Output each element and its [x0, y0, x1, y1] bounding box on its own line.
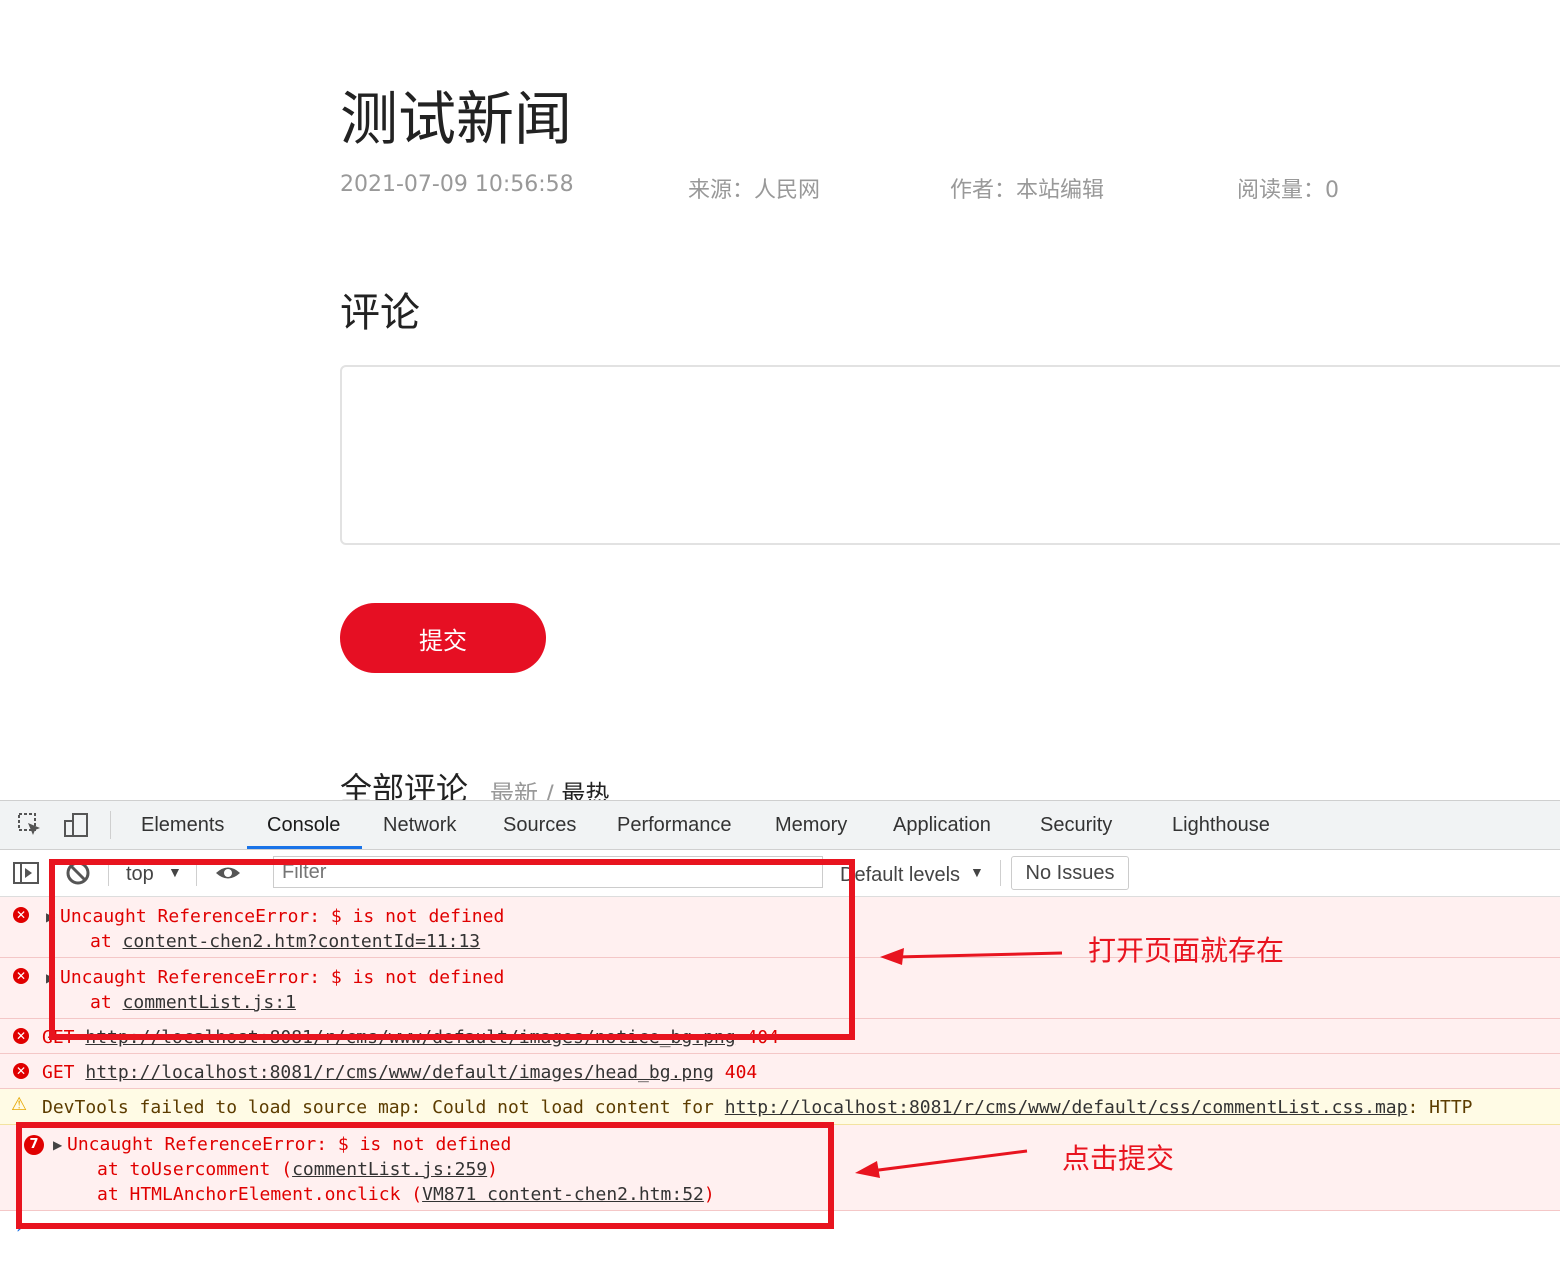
warning-text: DevTools failed to load source map: Coul…	[42, 1097, 725, 1118]
annotation-box-1	[49, 859, 855, 1040]
error-icon: ✕	[13, 1028, 29, 1044]
error-icon: ✕	[13, 968, 29, 984]
annotation-arrow-1	[880, 948, 1063, 965]
annotation-box-2	[16, 1122, 834, 1229]
error-icon: ✕	[13, 1063, 29, 1079]
console-warning: ⚠ DevTools failed to load source map: Co…	[0, 1089, 1560, 1125]
annotation-arrow-2	[855, 1149, 1028, 1178]
annotation-text-2: 点击提交	[1062, 1142, 1175, 1175]
warning-suffix: : HTTP	[1407, 1097, 1473, 1118]
tab-console[interactable]: Console	[267, 814, 340, 837]
device-toolbar-icon[interactable]	[62, 811, 90, 839]
comment-heading: 评论	[340, 290, 420, 336]
tab-performance[interactable]: Performance	[617, 814, 732, 837]
tab-memory[interactable]: Memory	[775, 814, 847, 837]
toolbar-separator-3	[1000, 860, 1001, 886]
submit-button[interactable]: 提交	[340, 603, 546, 673]
article-source: 来源：人民网	[688, 178, 821, 203]
sidebar-toggle-icon[interactable]	[12, 859, 40, 887]
inspect-element-icon[interactable]	[16, 811, 44, 839]
tab-network[interactable]: Network	[383, 814, 456, 837]
article-date: 2021-07-09 10:56:58	[340, 172, 574, 197]
tabbar-separator	[110, 811, 111, 839]
error-icon: ✕	[13, 907, 29, 923]
issues-button[interactable]: No Issues	[1011, 856, 1129, 890]
tab-sources[interactable]: Sources	[503, 814, 576, 837]
article-title: 测试新闻	[340, 85, 573, 153]
tab-lighthouse[interactable]: Lighthouse	[1172, 814, 1270, 837]
status-code: 404	[724, 1062, 758, 1083]
request-method: GET	[42, 1062, 75, 1083]
warning-icon: ⚠	[11, 1094, 28, 1115]
tab-security[interactable]: Security	[1040, 814, 1112, 837]
active-tab-indicator	[247, 846, 362, 849]
request-url[interactable]: http://localhost:8081/r/cms/www/default/…	[85, 1062, 714, 1083]
tab-application[interactable]: Application	[893, 814, 991, 837]
console-message: ✕ GET http://localhost:8081/r/cms/www/de…	[0, 1054, 1560, 1089]
comment-textarea[interactable]	[340, 365, 1560, 545]
article-author: 作者：本站编辑	[950, 178, 1105, 203]
log-levels-select[interactable]: Default levels	[840, 864, 960, 887]
annotation-text-1: 打开页面就存在	[1088, 934, 1285, 967]
article-reads: 阅读量：0	[1237, 178, 1339, 203]
sourcemap-link[interactable]: http://localhost:8081/r/cms/www/default/…	[725, 1097, 1408, 1118]
devtools-tabbar: Elements Console Network Sources Perform…	[0, 801, 1560, 850]
levels-dropdown-icon[interactable]: ▼	[970, 864, 984, 880]
tab-elements[interactable]: Elements	[141, 814, 224, 837]
